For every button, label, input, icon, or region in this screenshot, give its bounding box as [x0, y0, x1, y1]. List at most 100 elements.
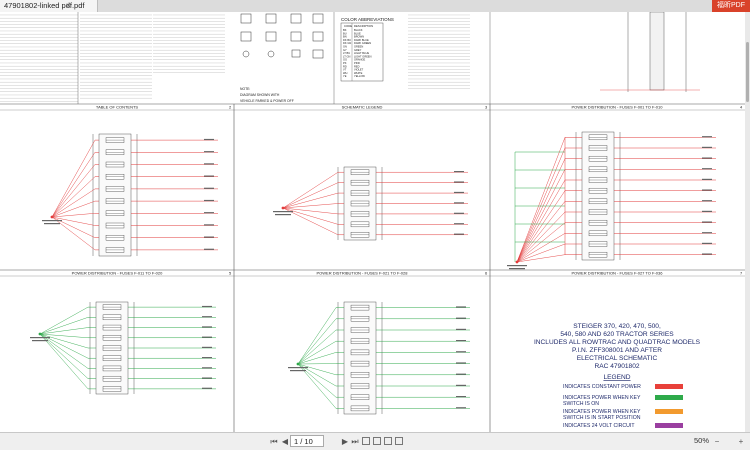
- continuous-view-icon[interactable]: [373, 437, 381, 445]
- feed-wire: [52, 217, 95, 226]
- toc-column-mid: [80, 12, 152, 100]
- title-line-5: ELECTRICAL SCHEMATIC: [577, 355, 658, 362]
- wire-label: [456, 385, 466, 386]
- wire-label: [202, 377, 212, 378]
- prev-page-icon[interactable]: ◀: [280, 436, 290, 447]
- color-abbr-header-desc: DESCRIPTION: [354, 24, 373, 28]
- wire-label: [204, 163, 214, 164]
- wire-label: [702, 232, 712, 233]
- wire-label: [454, 213, 464, 214]
- sheet-3-schematic: [273, 167, 468, 240]
- feed-wire: [298, 364, 336, 397]
- title-block: STEIGER 370, 420, 470, 500, 540, 580 AND…: [534, 323, 701, 429]
- legend-swatch-red: [655, 384, 683, 389]
- sheet-number-6: 6: [485, 271, 488, 276]
- feed-wire: [52, 217, 95, 250]
- wire-label: [702, 168, 712, 169]
- color-abbreviations-table: COLOR ABBREVIATIONS CODE DESCRIPTION BKB…: [341, 17, 394, 81]
- document-viewer[interactable]: NOTE: DIAGRAM SHOWN WITH VEHICLE PARKED …: [0, 12, 750, 432]
- note-line-3: VEHICLE PARKED & POWER OFF: [240, 99, 294, 103]
- scrollbar-thumb[interactable]: [746, 42, 749, 102]
- note-line-1: NOTE:: [240, 87, 250, 91]
- wire-label: [204, 151, 214, 152]
- note-line-2: DIAGRAM SHOWN WITH: [240, 93, 280, 97]
- color-abbr-title: COLOR ABBREVIATIONS: [341, 17, 394, 22]
- color-abbr-code: YE: [343, 74, 347, 78]
- color-abbr-header-code: CODE: [344, 24, 352, 28]
- wire-label: [456, 351, 466, 352]
- sheet-number-2: 2: [229, 105, 232, 110]
- wire-label: [702, 147, 712, 148]
- wire-label: [202, 337, 212, 338]
- legend-item-key-start: INDICATES POWER WHEN KEY SWITCH IS IN ST…: [563, 409, 683, 421]
- top-right-schematic: [600, 12, 700, 92]
- feed-wire: [298, 364, 336, 375]
- sheet-title-3: SCHEMATIC LEGEND: [342, 105, 383, 110]
- sheet-title-5: POWER DISTRIBUTION - FUSES F-011 TO F-02…: [72, 271, 163, 276]
- sheet-title-2: TABLE OF CONTENTS: [96, 105, 138, 110]
- source-label: [507, 265, 527, 266]
- sheet-title-6: POWER DISTRIBUTION - FUSES F-021 TO F-02…: [317, 271, 409, 276]
- wire-label: [702, 157, 712, 158]
- feed-wire: [40, 334, 88, 368]
- feed-wire: [40, 307, 88, 334]
- source-node: [39, 333, 42, 336]
- source-label: [42, 220, 62, 221]
- facing-view-icon[interactable]: [384, 437, 392, 445]
- feed-wire: [52, 213, 95, 217]
- feed-wire: [40, 328, 88, 334]
- legend-title: LEGEND: [603, 374, 630, 381]
- legend-item-24v: INDICATES 24 VOLT CIRCUIT: [563, 423, 683, 429]
- toc-column-left: [0, 12, 78, 104]
- wire-label: [202, 388, 212, 389]
- sheet-6-schematic: [288, 302, 470, 414]
- fit-page-icon[interactable]: [395, 437, 403, 445]
- sheet-number-7: 7: [740, 271, 743, 276]
- wire-label: [454, 234, 464, 235]
- first-page-icon[interactable]: ⏮: [269, 436, 279, 447]
- source-node: [516, 261, 519, 264]
- sheet-number-4: 4: [740, 105, 743, 110]
- legend-text-keyon-2: SWITCH IS ON: [563, 401, 599, 407]
- wire-label: [702, 200, 712, 201]
- feed-wire: [517, 191, 565, 262]
- wire-label: [204, 249, 214, 250]
- wire-label: [702, 179, 712, 180]
- next-page-icon[interactable]: ▶: [340, 436, 350, 447]
- sheet-number-3: 3: [485, 105, 488, 110]
- wire-label: [702, 221, 712, 222]
- source-node: [51, 216, 54, 219]
- vertical-scrollbar[interactable]: [745, 12, 750, 432]
- source-label: [273, 211, 293, 212]
- zoom-in-icon[interactable]: +: [736, 436, 746, 447]
- brand-badge[interactable]: 福昕PDF: [712, 0, 750, 12]
- document-tab[interactable]: 47901802-linked pdf.pdf ×: [0, 0, 98, 12]
- document-tab-label: 47901802-linked pdf.pdf: [4, 1, 84, 10]
- source-label: [32, 340, 48, 341]
- zoom-out-icon[interactable]: −: [712, 436, 722, 447]
- last-page-icon[interactable]: ⏭: [350, 436, 360, 447]
- title-line-2: 540, 580 AND 620 TRACTOR SERIES: [560, 331, 674, 338]
- source-label: [290, 370, 306, 371]
- feed-wire: [517, 148, 565, 262]
- feed-wire: [52, 152, 95, 217]
- wire-label: [202, 367, 212, 368]
- sheet-4-schematic: [507, 132, 716, 269]
- legend-swatch-purple: [655, 423, 683, 428]
- close-icon[interactable]: ×: [66, 0, 71, 12]
- single-page-view-icon[interactable]: [362, 437, 370, 445]
- wire-label: [454, 202, 464, 203]
- title-line-1: STEIGER 370, 420, 470, 500,: [573, 323, 661, 330]
- page-number-input[interactable]: 1 / 10: [290, 435, 324, 447]
- legend-text-start-2: SWITCH IS IN START POSITION: [563, 415, 641, 421]
- sheet-title-7: POWER DISTRIBUTION - FUSES F-027 TO F-03…: [572, 271, 664, 276]
- source-label: [275, 214, 291, 215]
- feed-wire: [52, 189, 95, 217]
- wire-label: [456, 340, 466, 341]
- wire-label: [204, 139, 214, 140]
- toc-column-far: [408, 12, 470, 90]
- zoom-level[interactable]: 50%: [694, 435, 709, 447]
- sheet-5-schematic: [30, 302, 216, 394]
- legend-item-key-on: INDICATES POWER WHEN KEY SWITCH IS ON: [563, 395, 683, 407]
- legend-text-24v: INDICATES 24 VOLT CIRCUIT: [563, 423, 635, 429]
